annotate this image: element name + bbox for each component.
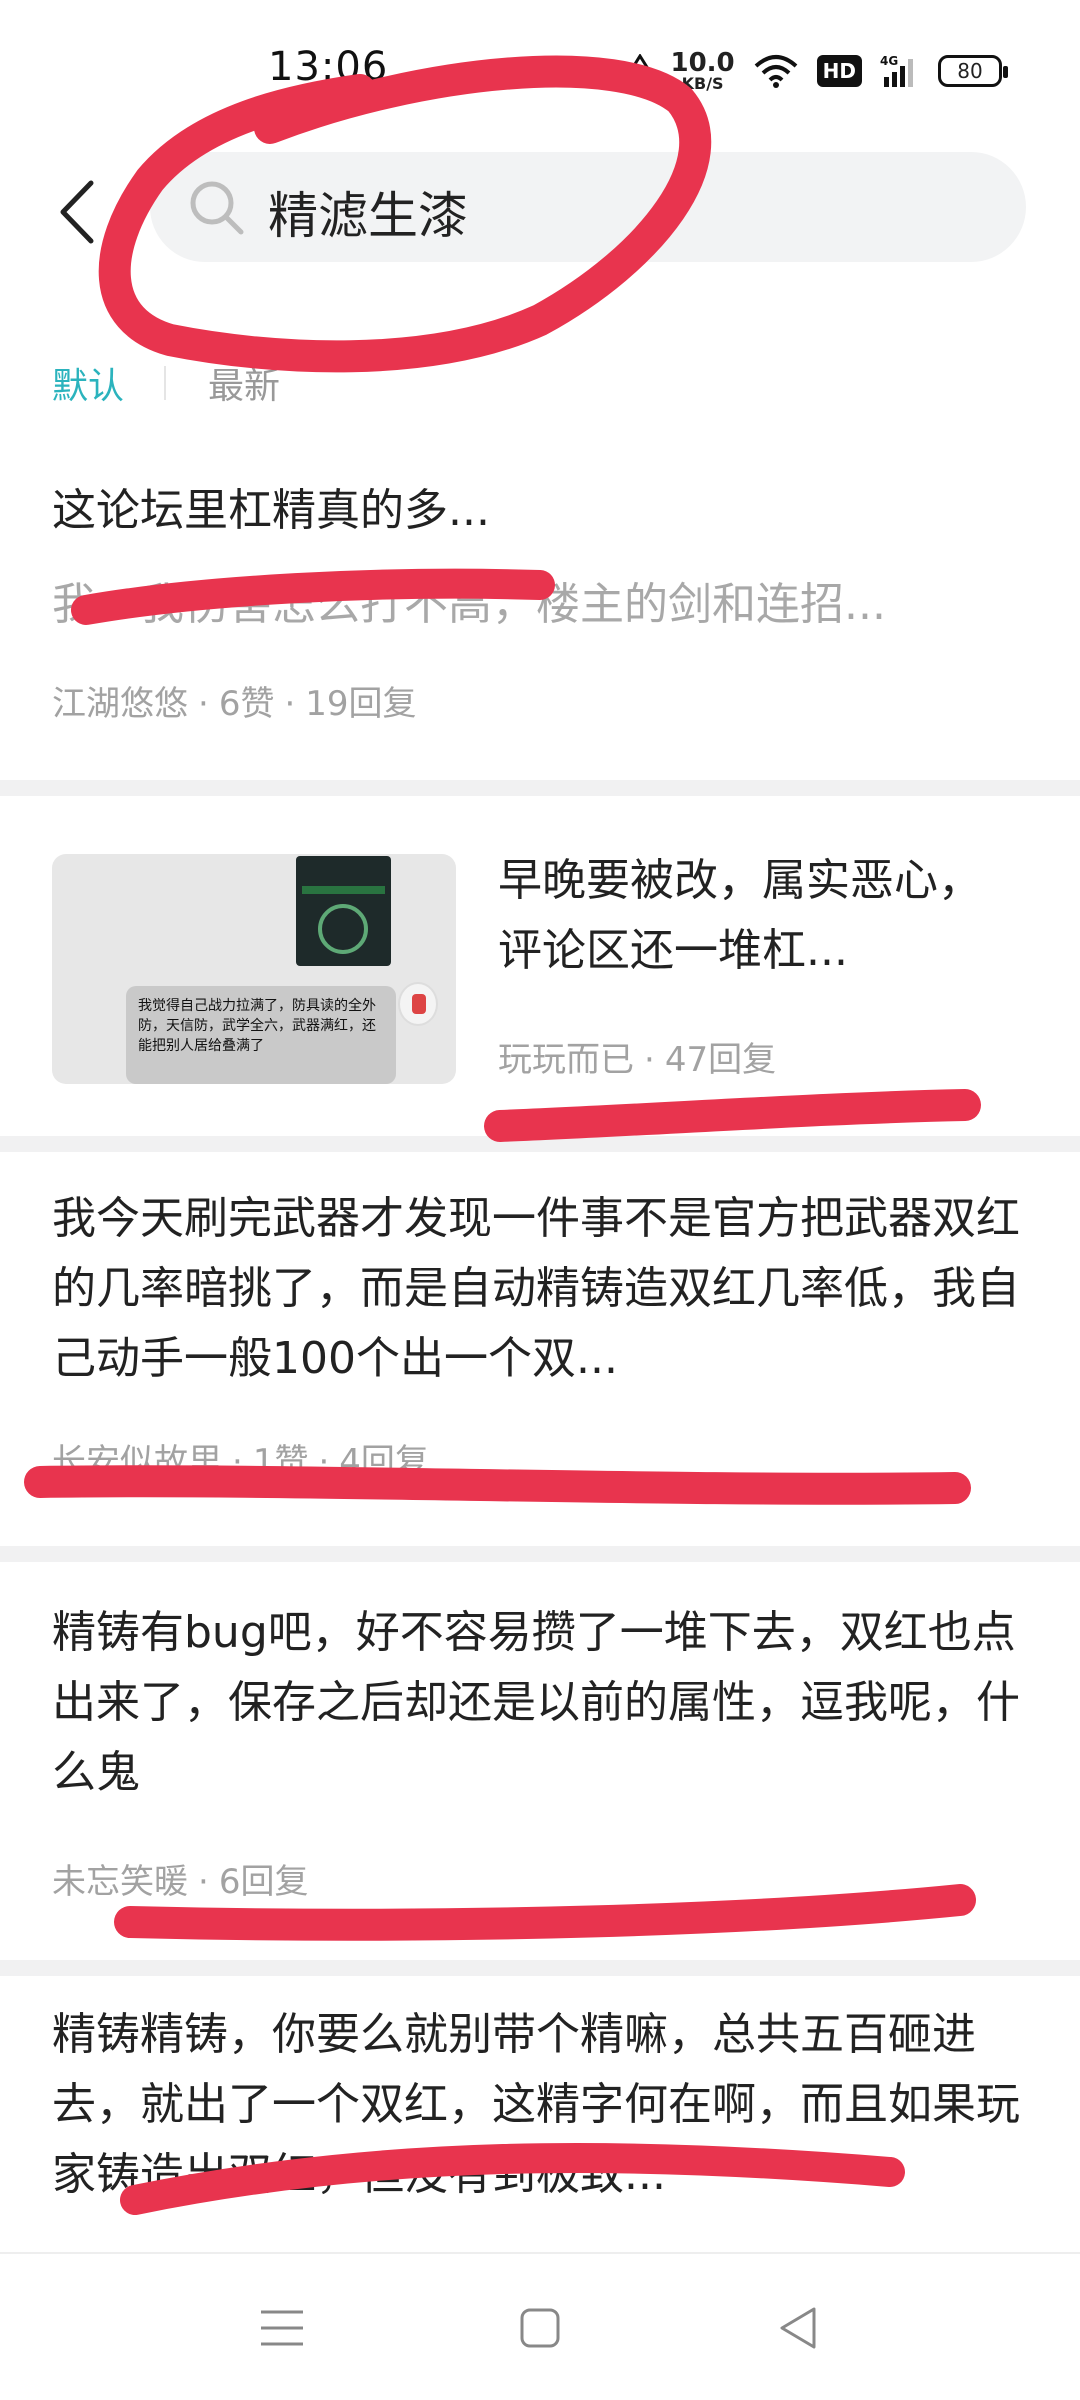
post-title: 我今天刷完武器才发现一件事不是官方把武器双红的几率暗挑了，而是自动精铸造双红几率… [52,1193,1020,1384]
chevron-left-icon [60,180,94,244]
search-input[interactable]: 精滤生漆 [150,152,1026,262]
thumbnail-caption: 我觉得自己战力拉满了，防具读的全外防，天信防，武学全六，武器满红，还能把别人居给… [126,986,396,1084]
status-bar: 13:06 10.0 KB/S HD 4G 80 [0,0,1080,140]
post-replies: 4回复 [339,1442,429,1482]
post-author: 长安似故里 [52,1442,222,1482]
post-replies: 47回复 [664,1040,777,1080]
tab-divider [164,366,167,400]
back-triangle-icon [780,2307,816,2349]
data-saver-icon [627,54,653,88]
post-item[interactable]: 这论坛里杠精真的多... 我一我伤害怎么打不高，楼主的剑和连招... 江湖悠悠 ·… [0,440,1080,780]
post-meta: 未忘笑暖 · 6回复 [52,1862,309,1902]
post-separator [0,1960,1080,1976]
cellular-signal-icon: 4G [880,53,920,89]
post-title: 早晚要被改，属实恶心，评论区还一堆杠... [498,855,982,976]
post-separator [0,1136,1080,1152]
hd-badge: HD [816,55,862,87]
post-title: 这论坛里杠精真的多... [52,485,490,536]
network-speed-value: 10.0 [670,48,735,78]
search-query-text: 精滤生漆 [268,187,468,245]
post-meta: 长安似故里 · 1赞 · 4回复 [52,1442,429,1482]
status-time: 13:06 [268,44,389,90]
post-item[interactable]: 我觉得自己战力拉满了，防具读的全外防，天信防，武学全六，武器满红，还能把别人居给… [0,796,1080,1136]
tab-latest[interactable]: 最新 [208,357,280,409]
search-icon [186,177,248,243]
post-replies: 19回复 [305,684,417,724]
post-separator [0,1546,1080,1562]
post-meta: 玩玩而已 · 47回复 [498,1040,777,1080]
post-title: 精铸精铸，你要么就别带个精嘛，总共五百砸进去，就出了一个双红，这精字何在啊，而且… [52,2009,1020,2200]
post-likes: 6赞 [218,684,275,724]
menu-button[interactable] [242,2288,322,2368]
post-item[interactable]: 精铸精铸，你要么就别带个精嘛，总共五百砸进去，就出了一个双红，这精字何在啊，而且… [0,1976,1080,2252]
post-meta: 江湖悠悠 · 6赞 · 19回复 [52,684,417,724]
battery-indicator: 80 [938,55,1008,87]
menu-icon [261,2310,303,2346]
post-author: 未忘笑暖 [52,1862,188,1902]
wifi-icon [753,54,799,88]
tab-default[interactable]: 默认 [52,357,124,409]
back-nav-button[interactable] [758,2288,838,2368]
thumbnail-game-screenshot [296,856,391,966]
status-icons: 10.0 KB/S HD 4G 80 [627,46,1008,96]
post-title: 精铸有bug吧，好不容易攒了一堆下去，双红也点出来了，保存之后却还是以前的属性，… [52,1607,1020,1798]
post-replies: 6回复 [218,1862,309,1902]
system-nav-bar [0,2252,1080,2400]
post-likes: 1赞 [252,1442,309,1482]
svg-text:4G: 4G [880,54,898,68]
back-button[interactable] [52,172,102,252]
home-icon [520,2308,560,2348]
network-speed-unit: KB/S [681,74,724,93]
post-author: 玩玩而已 [498,1040,634,1080]
post-item[interactable]: 精铸有bug吧，好不容易攒了一堆下去，双红也点出来了，保存之后却还是以前的属性，… [0,1562,1080,1952]
network-speed: 10.0 KB/S [671,50,735,92]
post-author: 江湖悠悠 [52,684,188,724]
post-excerpt: 我一我伤害怎么打不高，楼主的剑和连招... [52,579,886,630]
post-separator [0,780,1080,796]
thumbnail-avatar [398,982,438,1026]
sort-tabs: 默认 最新 [52,358,280,408]
post-item[interactable]: 我今天刷完武器才发现一件事不是官方把武器双红的几率暗挑了，而是自动精铸造双红几率… [0,1152,1080,1542]
post-thumbnail: 我觉得自己战力拉满了，防具读的全外防，天信防，武学全六，武器满红，还能把别人居给… [52,854,456,1084]
home-button[interactable] [500,2288,580,2368]
